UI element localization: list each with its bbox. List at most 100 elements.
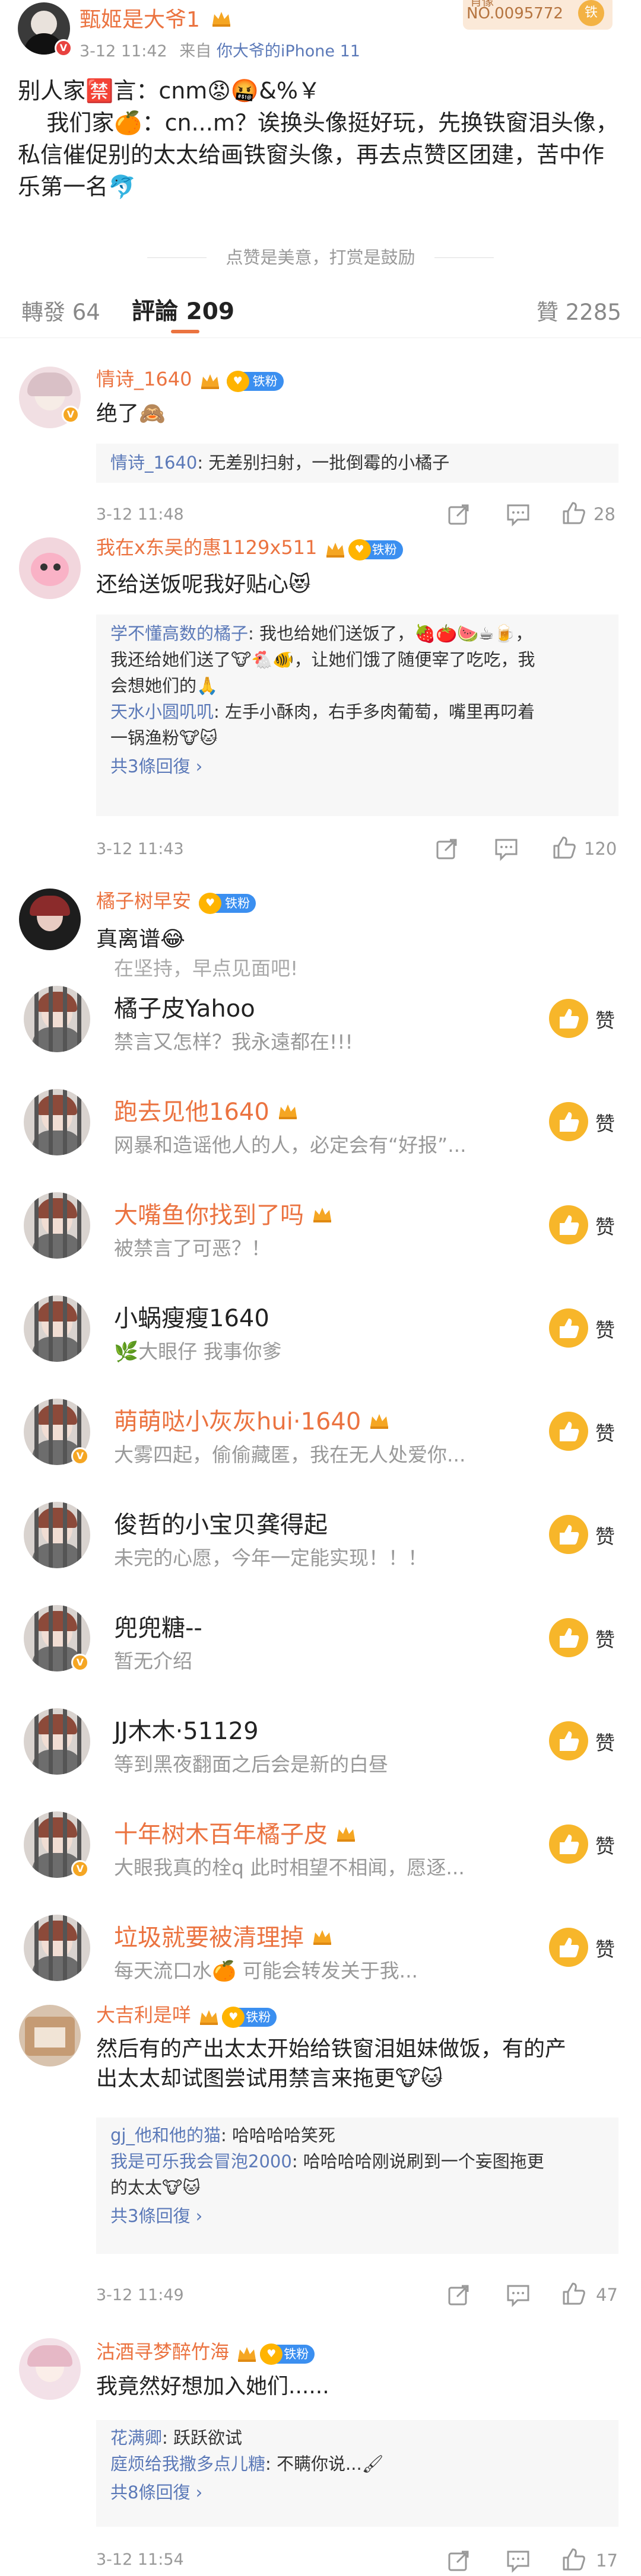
commenter-avatar[interactable] <box>19 2005 81 2066</box>
liker-bio: 等到黑夜翻面之后会是新的白昼 <box>114 1753 388 1776</box>
share-icon[interactable] <box>446 502 471 527</box>
commenter-name-text[interactable]: 大吉利是咩 <box>96 2004 191 2026</box>
reply-username[interactable]: 我是可乐我会冒泡2000 <box>110 2151 292 2171</box>
reply-box[interactable]: gj_他和他的猫: 哈哈哈哈笑死 我是可乐我会冒泡2000: 哈哈哈哈刚说刷到一… <box>96 2118 618 2254</box>
commenter-name-text[interactable]: 橘子树早安 <box>96 890 191 912</box>
comment-icon[interactable] <box>506 502 531 527</box>
reply-username[interactable]: 庭烦给我撒多点儿糖 <box>110 2454 265 2474</box>
like-thumb-icon[interactable] <box>549 1618 588 1657</box>
jail-avatar[interactable] <box>24 986 90 1052</box>
like-thumb-icon[interactable] <box>549 1205 588 1244</box>
like-icon[interactable] <box>552 835 577 860</box>
liker-name[interactable]: JJ木木·51129 <box>114 1712 259 1746</box>
jail-avatar[interactable] <box>24 1295 90 1362</box>
liker-name[interactable]: 大嘴鱼你找到了吗 <box>114 1196 332 1230</box>
fan-badge-icon: ♥ <box>226 370 249 392</box>
like-label[interactable]: 赞 <box>595 1830 615 1859</box>
reply-box[interactable]: 花满卿: 跃跃欲试 庭烦给我撒多点儿糖: 不瞒你说...🖌 共8條回復 › <box>96 2420 618 2527</box>
share-icon[interactable] <box>434 836 459 861</box>
like-label[interactable]: 赞 <box>595 1005 615 1033</box>
reply-line: 会想她们的🙏 <box>110 673 604 699</box>
comment-icon[interactable] <box>494 836 519 861</box>
reply-username[interactable]: 天水小圆叽叽 <box>110 702 214 722</box>
like-label[interactable]: 赞 <box>595 1521 615 1549</box>
like-thumb-icon[interactable] <box>549 1928 588 1967</box>
like-thumb-icon[interactable] <box>549 1102 588 1141</box>
more-replies-link[interactable]: 共8條回復 › <box>110 2479 604 2505</box>
like-thumb-icon[interactable] <box>549 1412 588 1451</box>
reply-text: : 我也给她们送饭了，🍓🍅🍉☕🍺， <box>248 623 533 644</box>
tab-comments[interactable]: 評論 209 <box>132 293 234 326</box>
jail-avatar[interactable] <box>24 1089 90 1155</box>
commenter-name-text[interactable]: 情诗_1640 <box>96 368 192 390</box>
divider-line-left <box>147 257 207 258</box>
jail-avatar[interactable] <box>24 1192 90 1259</box>
tab-bar: 轉發 64 評論 209 贊 2285 <box>0 285 641 338</box>
like-thumb-icon[interactable] <box>549 999 588 1038</box>
like-label[interactable]: 赞 <box>595 1934 615 1962</box>
reply-username[interactable]: 学不懂高数的橘子 <box>110 623 248 644</box>
commenter-name-text[interactable]: 沽酒寻梦醉竹海 <box>96 2341 229 2363</box>
commenter-name-text[interactable]: 我在x东吴的惠1129x511 <box>96 536 317 559</box>
more-replies-link[interactable]: 共3條回復 › <box>110 753 604 779</box>
commenter-name[interactable]: 沽酒寻梦醉竹海 ♥ 铁粉 <box>96 2337 315 2365</box>
liker-bio: 大眼我真的栓q 此时相望不相闻，愿逐... <box>114 1856 465 1879</box>
commenter-avatar[interactable] <box>19 889 81 950</box>
reply-username[interactable]: 花满卿 <box>110 2428 162 2448</box>
commenter-name[interactable]: 大吉利是咩 ♥ 铁粉 <box>96 2000 277 2029</box>
liker-name[interactable]: 小蜗瘦瘦1640 <box>114 1299 269 1333</box>
reply-username[interactable]: 情诗_1640 <box>110 453 197 473</box>
like-label[interactable]: 赞 <box>595 1624 615 1652</box>
share-icon[interactable] <box>446 2548 471 2573</box>
reply-line: 一锅渔粉🐮🐱 <box>110 725 604 751</box>
fan-badge-icon: ♥ <box>199 892 222 914</box>
post-source[interactable]: 你大爷的iPhone 11 <box>217 42 360 61</box>
liker-name[interactable]: 跑去见他1640 <box>114 1093 298 1127</box>
commenter-name[interactable]: 橘子树早安 ♥ 铁粉 <box>96 886 256 915</box>
commenter-avatar[interactable] <box>19 537 81 599</box>
liker-bio: 🌿大眼仔 我事你爹 <box>114 1340 282 1363</box>
like-icon[interactable] <box>561 501 586 526</box>
comment-icon[interactable] <box>506 2548 531 2573</box>
jail-avatar[interactable] <box>24 1915 90 1981</box>
share-icon[interactable] <box>446 2282 471 2307</box>
like-label[interactable]: 赞 <box>595 1727 615 1756</box>
liker-bio: 每天流口水🍊 可能会转发关于我... <box>114 1959 418 1982</box>
reply-line: 我还给她们送了🐮🐔🐠，让她们饿了随便宰了吃吃，我 <box>110 647 604 673</box>
jail-avatar[interactable] <box>24 1502 90 1568</box>
commenter-avatar[interactable] <box>19 2338 81 2400</box>
liker-name[interactable]: 兜兜糖-- <box>114 1609 202 1643</box>
reply-box[interactable]: 学不懂高数的橘子: 我也给她们送饭了，🍓🍅🍉☕🍺， 我还给她们送了🐮🐔🐠，让她们… <box>96 614 618 816</box>
post-line-1: 别人家🈲言：cnm😡🤬&%￥ <box>18 78 320 104</box>
jail-avatar[interactable] <box>24 1708 90 1775</box>
commenter-name[interactable]: 我在x东吴的惠1129x511 ♥ 铁粉 <box>96 533 403 561</box>
commenter-name[interactable]: 情诗_1640 ♥ 铁粉 <box>96 364 284 393</box>
tab-reposts[interactable]: 轉發 64 <box>21 294 100 326</box>
author-name[interactable]: 甄姬是大爷1 <box>80 2 231 33</box>
liker-name[interactable]: 垃圾就要被清理掉 <box>114 1918 332 1953</box>
liker-name[interactable]: 俊哲的小宝贝龚得起 <box>114 1505 328 1540</box>
like-thumb-icon[interactable] <box>549 1515 588 1554</box>
like-label[interactable]: 赞 <box>595 1108 615 1136</box>
like-icon[interactable] <box>561 2281 586 2306</box>
like-thumb-icon[interactable] <box>549 1308 588 1348</box>
more-replies-link[interactable]: 共3條回復 › <box>110 2203 604 2229</box>
liker-name[interactable]: 橘子皮Yahoo <box>114 989 255 1024</box>
like-label[interactable]: 赞 <box>595 1418 615 1446</box>
author-name-text[interactable]: 甄姬是大爷1 <box>80 8 200 32</box>
tab-likes[interactable]: 贊 2285 <box>537 294 621 326</box>
liker-name[interactable]: 十年树木百年橘子皮 <box>114 1815 356 1849</box>
comment-icon[interactable] <box>506 2282 531 2307</box>
comment-text: 绝了🙈 <box>96 402 166 426</box>
like-label[interactable]: 赞 <box>595 1314 615 1343</box>
like-label[interactable]: 赞 <box>595 1211 615 1240</box>
reply-text: 一锅渔粉🐮🐱 <box>110 728 218 748</box>
like-thumb-icon[interactable] <box>549 1824 588 1864</box>
reply-box[interactable]: 情诗_1640: 无差别扫射，一批倒霉的小橘子 <box>96 444 618 483</box>
reply-username[interactable]: gj_他和他的猫 <box>110 2125 221 2145</box>
liker-name[interactable]: 萌萌哒小灰灰hui·1640 <box>114 1402 389 1437</box>
fan-card[interactable]: 肖像 NO.0095772 铁 <box>463 0 613 30</box>
like-icon[interactable] <box>561 2547 586 2572</box>
crown-icon <box>370 1414 389 1429</box>
like-thumb-icon[interactable] <box>549 1721 588 1760</box>
